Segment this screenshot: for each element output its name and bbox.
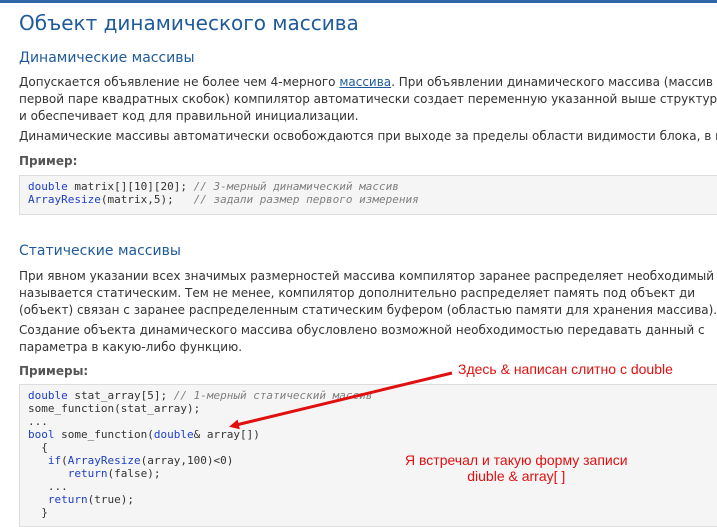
- dynamic-paragraph-1: Допускается объявление не более чем 4-ме…: [19, 74, 717, 125]
- section-heading-static: Статические массивы: [19, 243, 181, 259]
- dynamic-example-label: Пример:: [19, 154, 78, 168]
- annotation-note-1: Здесь & написан слитно с double: [458, 361, 673, 377]
- code-line: ArrayResize(matrix,5); // задали размер …: [28, 193, 419, 206]
- static-example-label: Примеры:: [19, 364, 89, 378]
- dynamic-para1-line2: первой паре квадратных скобок) компилято…: [19, 92, 717, 106]
- code-line: }: [28, 506, 48, 519]
- code-line: some_function(stat_array);: [28, 402, 201, 415]
- code-line: bool some_function(double& array[]): [28, 428, 260, 441]
- dynamic-code-block: double matrix[][10][20]; // 3-мерный дин…: [19, 175, 717, 215]
- static-paragraph-2: Создание объекта динамического массива о…: [19, 323, 705, 354]
- dynamic-para1-line3: и обеспечивает код для правильной инициа…: [19, 109, 359, 123]
- code-line: return(true);: [47, 493, 134, 506]
- code-line: ...: [28, 415, 48, 428]
- dynamic-para1-line1: Допускается объявление не более чем 4-ме…: [19, 75, 713, 89]
- dynamic-paragraph-2: Динамические массивы автоматически освоб…: [19, 129, 717, 143]
- section-heading-dynamic: Динамические массивы: [19, 50, 195, 66]
- page-title: Объект динамического массива: [19, 11, 359, 35]
- annotation-note-2: Я встречал и такую форму записи diuble &…: [405, 452, 628, 484]
- code-line: double matrix[][10][20]; // 3-мерный дин…: [28, 180, 399, 193]
- code-line: double stat_array[5]; // 1-мерный статич…: [28, 389, 373, 402]
- static-paragraph-1: При явном указании всех значимых размерн…: [19, 269, 717, 317]
- link-array[interactable]: массива: [339, 75, 391, 89]
- help-page: Объект динамического массива Динамически…: [0, 3, 717, 527]
